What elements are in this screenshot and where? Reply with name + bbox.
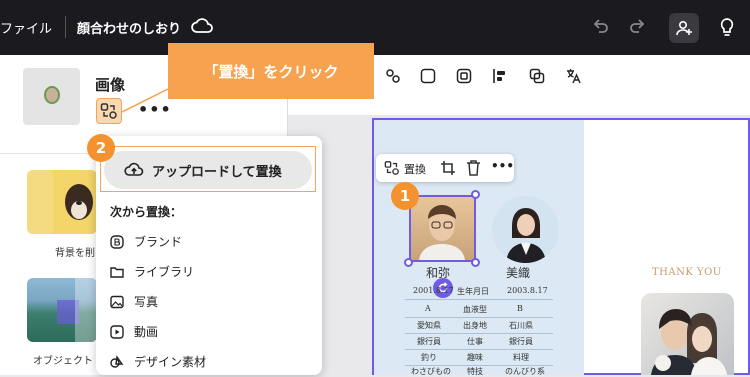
row-label: 趣味 [467,353,483,362]
image-thumbnail [23,68,80,125]
element-floating-toolbar: 置換 ••• [376,154,514,182]
background-remover-thumbnail[interactable] [27,170,97,234]
undo-icon[interactable] [592,17,610,35]
document-title[interactable]: 顔合わせのしおり [77,18,181,37]
gallery-caption: 背景を削 [55,248,95,259]
menu-item-library[interactable]: ライブラリ [110,263,194,280]
bride-value: 銀行員 [509,337,533,346]
step-badge: 2 [87,134,115,162]
couple-photo[interactable] [641,293,734,375]
add-user-icon[interactable] [669,13,699,43]
photo-icon [110,295,124,308]
align-icon[interactable] [491,67,509,85]
bride-value: 石川県 [509,321,533,330]
bride-value: B [517,304,523,313]
step-badge: 1 [391,182,419,210]
menu-item-photos[interactable]: 写真 [110,293,158,310]
frame-icon[interactable] [455,67,473,85]
gallery-caption: オブジェクト [33,356,93,367]
resize-handle[interactable] [471,258,480,267]
bride-value: 料理 [513,353,529,362]
translate-icon[interactable] [564,67,582,85]
replace-from-heading: 次から置換： [110,205,183,219]
float-replace-label[interactable]: 置換 [404,161,426,177]
lightbulb-icon[interactable] [719,17,735,37]
row-label: 仕事 [467,337,483,346]
trash-icon[interactable] [466,160,481,179]
replace-dropdown-menu: アップロードして置換 次から置換： ブランド ライブラリ 写真 動画 デザイン素… [96,136,322,375]
menu-item-label: ライブラリ [134,265,195,279]
menu-item-label: ブランド [134,235,183,249]
crop-icon[interactable] [440,160,456,179]
more-options-icon[interactable]: ••• [491,159,514,173]
bride-photo[interactable] [492,196,559,263]
instruction-callout: 「置換」をクリック [168,43,374,99]
groom-value: 銀行員 [417,337,441,346]
menu-item-label: 写真 [134,295,159,309]
menu-item-videos[interactable]: 動画 [110,323,158,340]
groom-value: 2001.8.17 [413,286,454,295]
bride-value: のんびり系 [505,367,545,376]
row-label: 出身地 [463,321,487,330]
menu-item-label: 動画 [134,325,159,339]
cloud-icon[interactable] [191,17,213,35]
layers-icon[interactable] [528,67,546,85]
row-label: 生年月日 [457,287,489,296]
divider [65,16,66,38]
menu-item-brand[interactable]: ブランド [110,233,182,250]
bride-value: 2003.8.17 [507,286,548,295]
video-icon [110,324,124,339]
border-icon[interactable] [419,67,437,85]
resize-handle[interactable] [404,258,413,267]
groom-value: わさびもの [411,367,451,376]
replace-icon [100,103,117,119]
row-label: 血液型 [463,305,487,314]
magic-edit-thumbnail[interactable] [27,278,97,342]
redo-icon[interactable] [628,17,646,35]
menu-item-label: デザイン素材 [134,355,207,369]
groom-value: A [425,304,431,313]
folder-icon [110,266,124,278]
brand-icon [110,234,124,249]
file-menu[interactable]: ファイル [0,18,52,37]
groom-value: 釣り [421,353,437,362]
thank-you-text[interactable]: THANK YOU [652,267,722,278]
elements-icon [110,354,124,368]
bride-name[interactable]: 美織 [506,264,530,281]
menu-item-design-elements[interactable]: デザイン素材 [110,353,206,370]
callout-pointer-line [121,87,171,113]
row-label: 特技 [467,367,483,376]
upload-and-replace-button[interactable]: アップロードして置換 [104,151,312,189]
upload-cloud-icon [124,162,144,176]
selected-groom-photo[interactable] [409,195,476,262]
groom-value: 愛知県 [417,321,441,330]
link-icon[interactable] [384,67,402,85]
top-bar: ファイル 顔合わせのしおり [0,0,750,55]
upload-label: アップロードして置換 [152,164,282,180]
resize-handle[interactable] [471,190,480,199]
replace-icon[interactable] [384,160,400,179]
